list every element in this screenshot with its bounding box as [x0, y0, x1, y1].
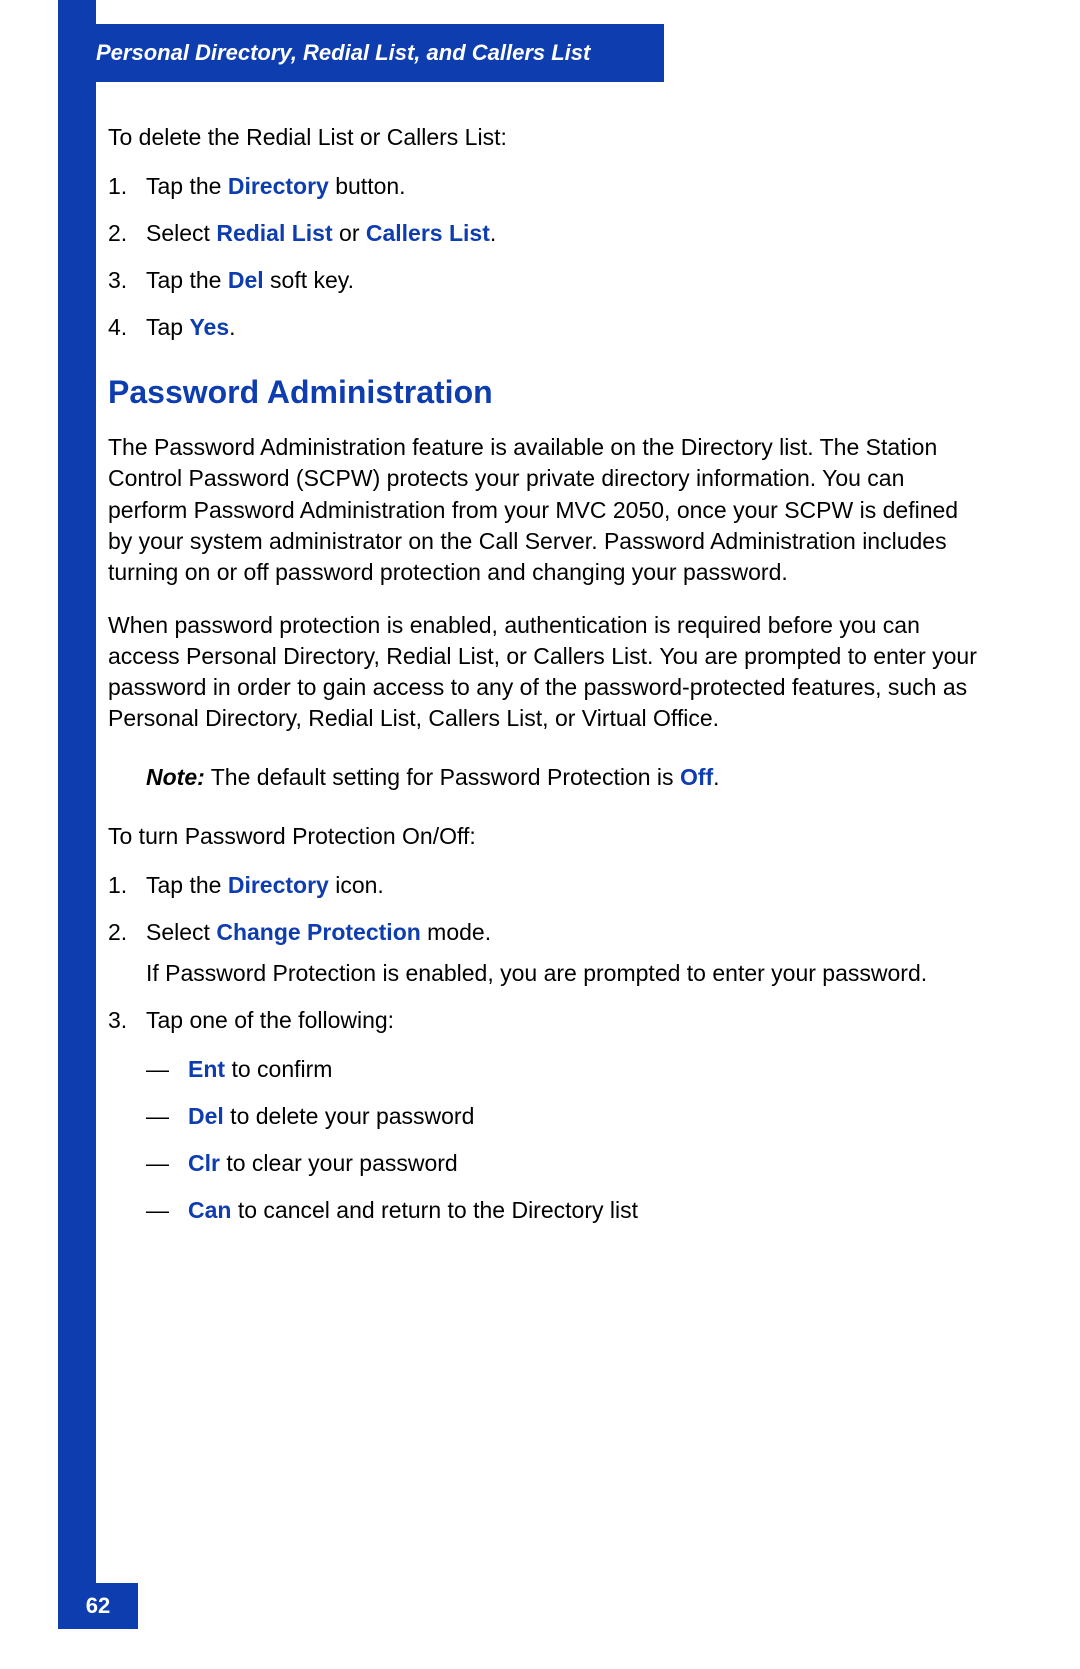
intro-text-1: To delete the Redial List or Callers Lis…: [108, 122, 978, 153]
ui-term: Del: [188, 1103, 224, 1129]
note-label: Note:: [146, 764, 205, 790]
list-item: 1. Tap the Directory button.: [108, 171, 978, 202]
intro-text-2: To turn Password Protection On/Off:: [108, 821, 978, 852]
list-number: 3.: [108, 265, 146, 296]
sub-list-item: — Del to delete your password: [146, 1101, 978, 1132]
list-item: 1. Tap the Directory icon.: [108, 870, 978, 901]
ui-term: Callers List: [366, 220, 490, 246]
list-item: 3. Tap one of the following: — Ent to co…: [108, 1005, 978, 1242]
ui-term: Change Protection: [216, 919, 420, 945]
list-number: 2.: [108, 218, 146, 249]
sub-list-item: — Ent to confirm: [146, 1054, 978, 1085]
list-number: 1.: [108, 870, 146, 901]
page-header-text: Personal Directory, Redial List, and Cal…: [96, 40, 590, 66]
ui-term: Directory: [228, 872, 329, 898]
list-item: 4. Tap Yes.: [108, 312, 978, 343]
note-block: Note: The default setting for Password P…: [146, 762, 978, 793]
sub-list-item: — Can to cancel and return to the Direct…: [146, 1195, 978, 1226]
dash-icon: —: [146, 1148, 188, 1179]
page-number: 62: [86, 1593, 110, 1619]
dash-icon: —: [146, 1054, 188, 1085]
list-number: 4.: [108, 312, 146, 343]
ui-term: Clr: [188, 1150, 220, 1176]
paragraph-2: When password protection is enabled, aut…: [108, 610, 978, 734]
page-header-bar: Personal Directory, Redial List, and Cal…: [58, 24, 664, 82]
ui-term: Can: [188, 1197, 231, 1223]
list-number: 1.: [108, 171, 146, 202]
password-protection-steps: 1. Tap the Directory icon. 2. Select Cha…: [108, 870, 978, 1242]
ui-term: Ent: [188, 1056, 225, 1082]
page-content: To delete the Redial List or Callers Lis…: [108, 122, 978, 1270]
list-item: 2. Select Change Protection mode. If Pas…: [108, 917, 978, 989]
paragraph-1: The Password Administration feature is a…: [108, 432, 978, 587]
section-heading: Password Administration: [108, 371, 978, 414]
ui-term: Del: [228, 267, 264, 293]
list-item: 3. Tap the Del soft key.: [108, 265, 978, 296]
list-body: Select Redial List or Callers List.: [146, 218, 978, 249]
page-number-box: 62: [58, 1583, 138, 1629]
sidebar-stripe: [58, 0, 96, 1585]
ui-term: Directory: [228, 173, 329, 199]
sub-options-list: — Ent to confirm — Del to delete your pa…: [146, 1054, 978, 1226]
sub-list-item: — Clr to clear your password: [146, 1148, 978, 1179]
list-body: Tap Yes.: [146, 312, 978, 343]
ui-term: Off: [680, 764, 713, 790]
list-body: Tap the Directory button.: [146, 171, 978, 202]
document-page: Personal Directory, Redial List, and Cal…: [0, 0, 1080, 1669]
list-body: Tap one of the following: — Ent to confi…: [146, 1005, 978, 1242]
list-number: 2.: [108, 917, 146, 989]
list-number: 3.: [108, 1005, 146, 1242]
list-body: Select Change Protection mode. If Passwo…: [146, 917, 978, 989]
ui-term: Redial List: [216, 220, 332, 246]
list-continuation: If Password Protection is enabled, you a…: [146, 958, 978, 989]
list-item: 2. Select Redial List or Callers List.: [108, 218, 978, 249]
list-body: Tap the Directory icon.: [146, 870, 978, 901]
dash-icon: —: [146, 1195, 188, 1226]
dash-icon: —: [146, 1101, 188, 1132]
delete-list-steps: 1. Tap the Directory button. 2. Select R…: [108, 171, 978, 343]
list-body: Tap the Del soft key.: [146, 265, 978, 296]
ui-term: Yes: [189, 314, 229, 340]
